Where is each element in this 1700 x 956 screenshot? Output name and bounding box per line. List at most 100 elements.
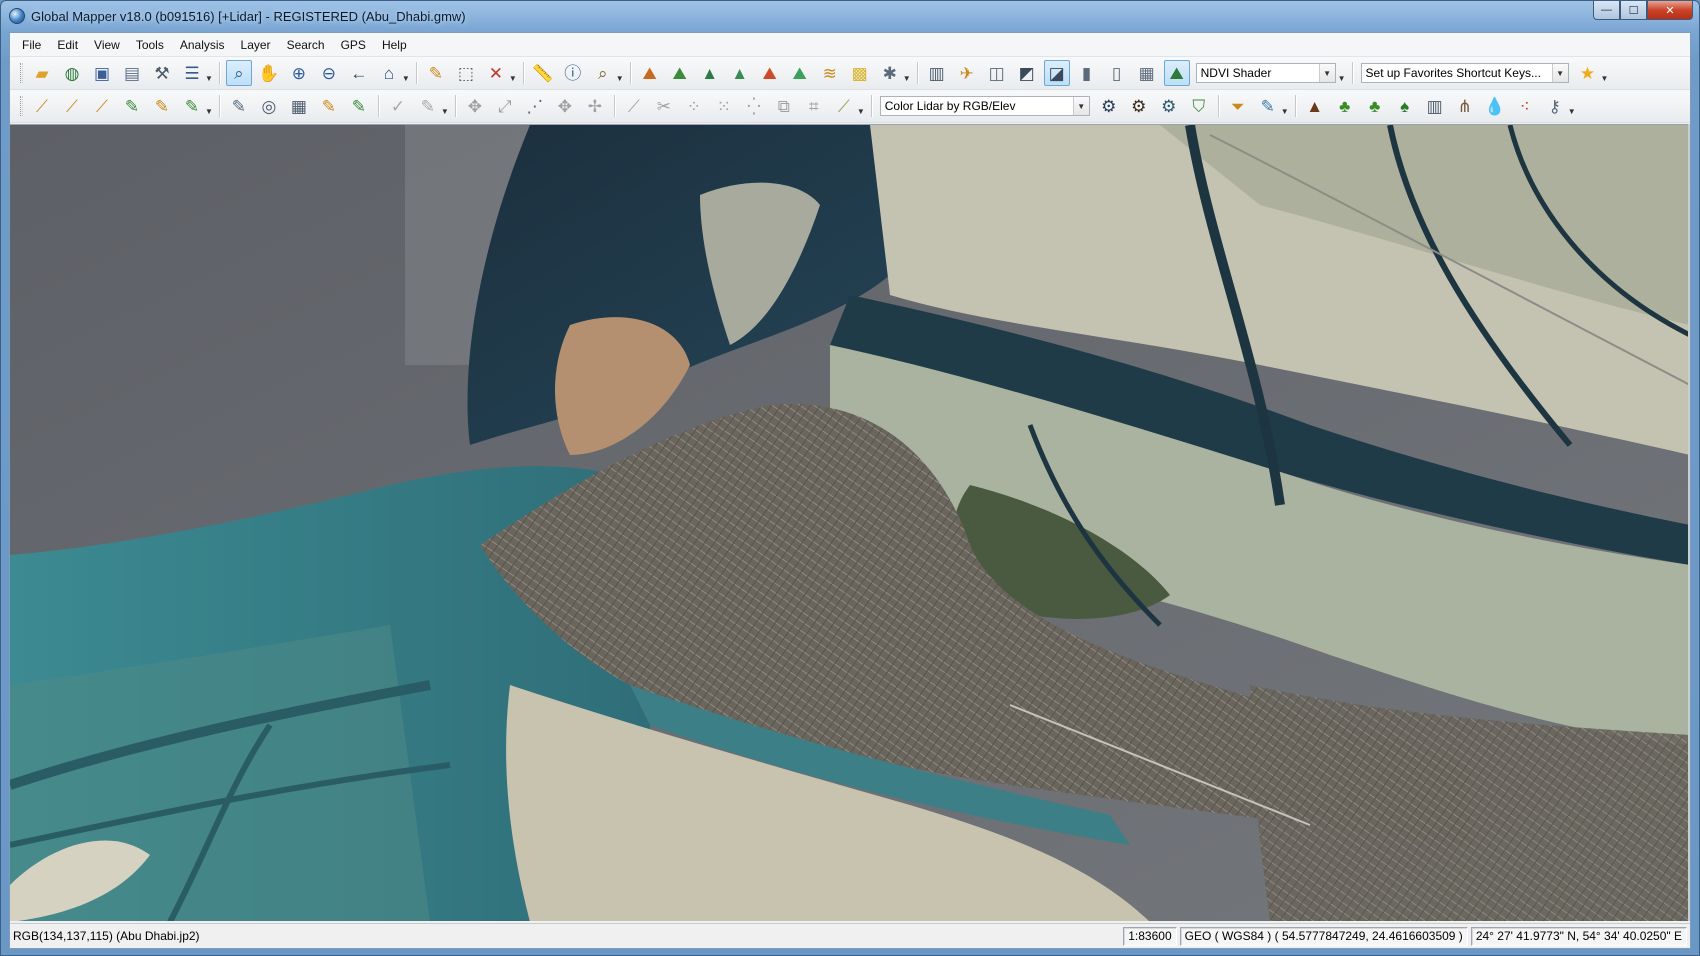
menu-tools[interactable]: Tools bbox=[128, 35, 172, 55]
edit-2-icon[interactable]: ✎ bbox=[316, 93, 342, 119]
chevron-down-icon[interactable]: ▼ bbox=[1072, 97, 1089, 115]
line-tool-icon[interactable]: ⟋ bbox=[621, 93, 647, 119]
crop-icon[interactable]: ⌗ bbox=[801, 93, 827, 119]
digitize-4-icon[interactable]: ✎ bbox=[119, 93, 145, 119]
zoom-out-icon[interactable]: ⊖ bbox=[316, 60, 342, 86]
layers-dropdown-arrow[interactable]: ▼ bbox=[205, 74, 213, 83]
measure-dropdown-arrow[interactable]: ▼ bbox=[857, 107, 865, 116]
snap-icon[interactable]: ✢ bbox=[582, 93, 608, 119]
measure-ruler-icon[interactable]: 📏 bbox=[530, 60, 556, 86]
menu-layer[interactable]: Layer bbox=[233, 35, 279, 55]
map-layout-icon[interactable]: ▤ bbox=[119, 60, 145, 86]
lidar-compare-icon[interactable]: ◪ bbox=[1043, 60, 1070, 86]
point-cloud-3-icon[interactable]: ⁛ bbox=[741, 93, 767, 119]
building-icon[interactable]: ▥ bbox=[1422, 93, 1448, 119]
grid-icon[interactable]: ▦ bbox=[286, 93, 312, 119]
contour-icon[interactable]: ≋ bbox=[817, 60, 843, 86]
toolbar-grip[interactable] bbox=[20, 63, 23, 83]
lidar-filter-icon[interactable]: ⛉ bbox=[1186, 93, 1212, 119]
move-vertex-icon[interactable]: ✥ bbox=[552, 93, 578, 119]
satellite-icon[interactable]: ✱ bbox=[877, 60, 903, 86]
point-cloud-1-icon[interactable]: ⁘ bbox=[681, 93, 707, 119]
move-icon[interactable]: ✥ bbox=[462, 93, 488, 119]
info-icon[interactable]: ⓘ bbox=[560, 60, 586, 86]
vegetation-med-icon[interactable]: ♣ bbox=[1362, 93, 1388, 119]
key-dropdown-arrow[interactable]: ▼ bbox=[1568, 107, 1576, 116]
terrain-1-icon[interactable]: ⛰ bbox=[637, 60, 663, 86]
vegetation-low-icon[interactable]: ♣ bbox=[1332, 93, 1358, 119]
profile-icon[interactable]: ⛰ bbox=[757, 60, 783, 86]
layer-panel-icon[interactable]: ▥ bbox=[924, 60, 950, 86]
point-cloud-2-icon[interactable]: ⁙ bbox=[711, 93, 737, 119]
edit-1-icon[interactable]: ✎ bbox=[226, 93, 252, 119]
check-icon[interactable]: ✓ bbox=[385, 93, 411, 119]
menu-view[interactable]: View bbox=[86, 35, 128, 55]
digitize-3-icon[interactable]: ⟋ bbox=[89, 93, 115, 119]
measure-icon[interactable]: ⟋ bbox=[831, 93, 857, 119]
digitize-5-icon[interactable]: ✎ bbox=[149, 93, 175, 119]
menu-gps[interactable]: GPS bbox=[333, 35, 374, 55]
app-globe-icon[interactable] bbox=[9, 8, 25, 24]
route-icon[interactable]: ✈ bbox=[954, 60, 980, 86]
key-icon[interactable]: ⚷ bbox=[1542, 93, 1568, 119]
star-icon[interactable]: ★ bbox=[1575, 60, 1601, 86]
water-icon[interactable]: 💧 bbox=[1482, 93, 1508, 119]
point-cloud-4-icon[interactable]: ⧉ bbox=[771, 93, 797, 119]
split-view-icon[interactable]: ◫ bbox=[984, 60, 1010, 86]
chart-icon[interactable]: ▦ bbox=[1134, 60, 1160, 86]
histogram-icon[interactable]: ▮ bbox=[1074, 60, 1100, 86]
lidar-gear-2-icon[interactable]: ⚙ bbox=[1126, 93, 1152, 119]
pencil-icon[interactable]: ✎ bbox=[423, 60, 449, 86]
edit-check-dropdown-arrow[interactable]: ▼ bbox=[1281, 107, 1289, 116]
maximize-button[interactable]: ☐ bbox=[1620, 1, 1647, 20]
digitize-2-icon[interactable]: ⟋ bbox=[59, 93, 85, 119]
menu-analysis[interactable]: Analysis bbox=[172, 35, 233, 55]
shader-select[interactable]: NDVI Shader ▼ bbox=[1195, 63, 1336, 83]
ground-icon[interactable]: ▲ bbox=[1302, 93, 1328, 119]
lidar-gear-1-icon[interactable]: ⚙ bbox=[1096, 93, 1122, 119]
layers-icon[interactable]: ☰ bbox=[179, 60, 205, 86]
chevron-down-icon[interactable]: ▼ bbox=[1551, 64, 1568, 82]
zoom-tool-icon[interactable]: ⌕ bbox=[225, 60, 252, 86]
save-icon[interactable]: ▣ bbox=[89, 60, 115, 86]
digitize-1-icon[interactable]: ⟋ bbox=[29, 93, 55, 119]
satellite-dropdown-arrow[interactable]: ▼ bbox=[903, 74, 911, 83]
menu-file[interactable]: File bbox=[14, 35, 49, 55]
shader-options-arrow[interactable]: ▼ bbox=[1338, 74, 1346, 83]
noise-icon[interactable]: ⁖ bbox=[1512, 93, 1538, 119]
funnel-icon[interactable]: ⏷ bbox=[1225, 93, 1251, 119]
title-bar[interactable]: Global Mapper v18.0 (b091516) [+Lidar] -… bbox=[1, 1, 1699, 31]
toolbar-grip[interactable] bbox=[20, 96, 23, 116]
find-dropdown-arrow[interactable]: ▼ bbox=[616, 74, 624, 83]
target-icon[interactable]: ◎ bbox=[256, 93, 282, 119]
edit-check-icon[interactable]: ✎ bbox=[1255, 93, 1281, 119]
back-arrow-icon[interactable]: ← bbox=[346, 60, 372, 86]
close-button[interactable]: ✕ bbox=[1647, 1, 1693, 20]
home-icon[interactable]: ⌂ bbox=[376, 60, 402, 86]
zoom-in-icon[interactable]: ⊕ bbox=[286, 60, 312, 86]
globe-icon[interactable]: ◍ bbox=[59, 60, 85, 86]
star-dropdown-arrow[interactable]: ▼ bbox=[1601, 74, 1609, 83]
cut-icon[interactable]: ✂ bbox=[651, 93, 677, 119]
chevron-down-icon[interactable]: ▼ bbox=[1318, 64, 1335, 82]
pan-hand-icon[interactable]: ✋ bbox=[256, 60, 282, 86]
menu-help[interactable]: Help bbox=[374, 35, 415, 55]
vertex-icon[interactable]: ⋰ bbox=[522, 93, 548, 119]
edit-pen-icon[interactable]: ✎ bbox=[415, 93, 441, 119]
elevation-chart-icon[interactable]: ▯ bbox=[1104, 60, 1130, 86]
terrain-3-icon[interactable]: ▲ bbox=[697, 60, 723, 86]
terrain-2-icon[interactable]: ⛰ bbox=[667, 60, 693, 86]
3d-view-icon[interactable]: ◩ bbox=[1014, 60, 1040, 86]
shader-icon[interactable]: ▩ bbox=[847, 60, 873, 86]
menu-search[interactable]: Search bbox=[279, 35, 333, 55]
minimize-button[interactable]: — bbox=[1593, 1, 1620, 20]
wrench-icon[interactable]: ⚒ bbox=[149, 60, 175, 86]
favorites-select[interactable]: Set up Favorites Shortcut Keys... ▼ bbox=[1360, 63, 1569, 83]
resize-icon[interactable]: ⤢ bbox=[492, 93, 518, 119]
lidar-gear-3-icon[interactable]: ⚙ bbox=[1156, 93, 1182, 119]
select-rect-icon[interactable]: ⬚ bbox=[453, 60, 479, 86]
terrain-4-icon[interactable]: ▲ bbox=[727, 60, 753, 86]
find-icon[interactable]: ⌕ bbox=[590, 60, 616, 86]
ndvi-icon[interactable]: ⛰ bbox=[1163, 60, 1190, 86]
digitize-6-icon[interactable]: ✎ bbox=[179, 93, 205, 119]
